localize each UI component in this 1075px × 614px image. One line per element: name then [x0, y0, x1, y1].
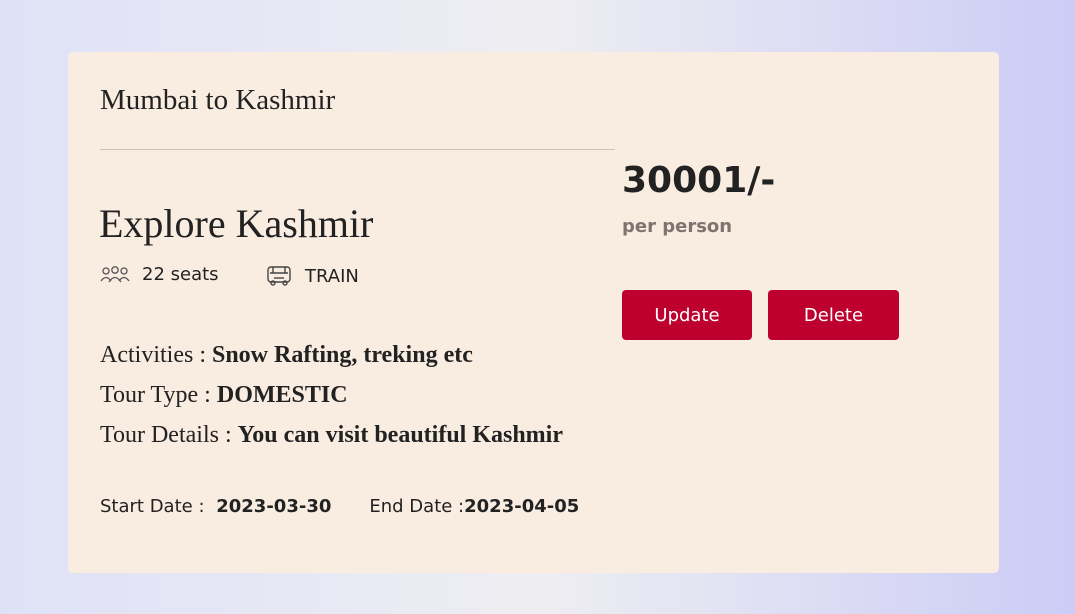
end-date-label: End Date : [369, 496, 465, 517]
tour-card: Mumbai to Kashmir Explore Kashmir 22 sea… [68, 52, 999, 573]
transport-info: TRAIN [265, 264, 359, 288]
tour-details-label: Tour Details : [100, 422, 238, 448]
dates-row: Start Date : 2023-03-30 End Date : 2023-… [100, 496, 579, 517]
route-title: Mumbai to Kashmir [100, 84, 336, 116]
price: 30001/- [622, 160, 776, 201]
tour-details-line: Tour Details : You can visit beautiful K… [100, 422, 563, 449]
people-group-icon [100, 265, 130, 282]
activities-value: Snow Rafting, treking etc [211, 342, 473, 368]
seats-info: 22 seats [100, 264, 219, 285]
start-date-value: 2023-03-30 [216, 496, 332, 517]
tour-name: Explore Kashmir [99, 201, 374, 246]
activities-line: Activities : Snow Rafting, treking etc [100, 342, 473, 369]
divider [100, 149, 615, 150]
tour-type-label: Tour Type : [100, 382, 217, 408]
transport-label: TRAIN [305, 265, 359, 287]
delete-button[interactable]: Delete [768, 290, 899, 340]
seats-label: 22 seats [142, 264, 219, 285]
tour-type-line: Tour Type : DOMESTIC [100, 382, 348, 409]
start-date-label: Start Date : [100, 496, 211, 517]
tour-details-value: You can visit beautiful Kashmir [237, 422, 563, 448]
end-date-value: 2023-04-05 [464, 496, 580, 517]
price-unit: per person [622, 216, 733, 237]
bus-icon [267, 266, 291, 286]
update-button[interactable]: Update [622, 290, 752, 340]
activities-label: Activities : [100, 342, 212, 368]
tour-type-value: DOMESTIC [216, 382, 348, 408]
